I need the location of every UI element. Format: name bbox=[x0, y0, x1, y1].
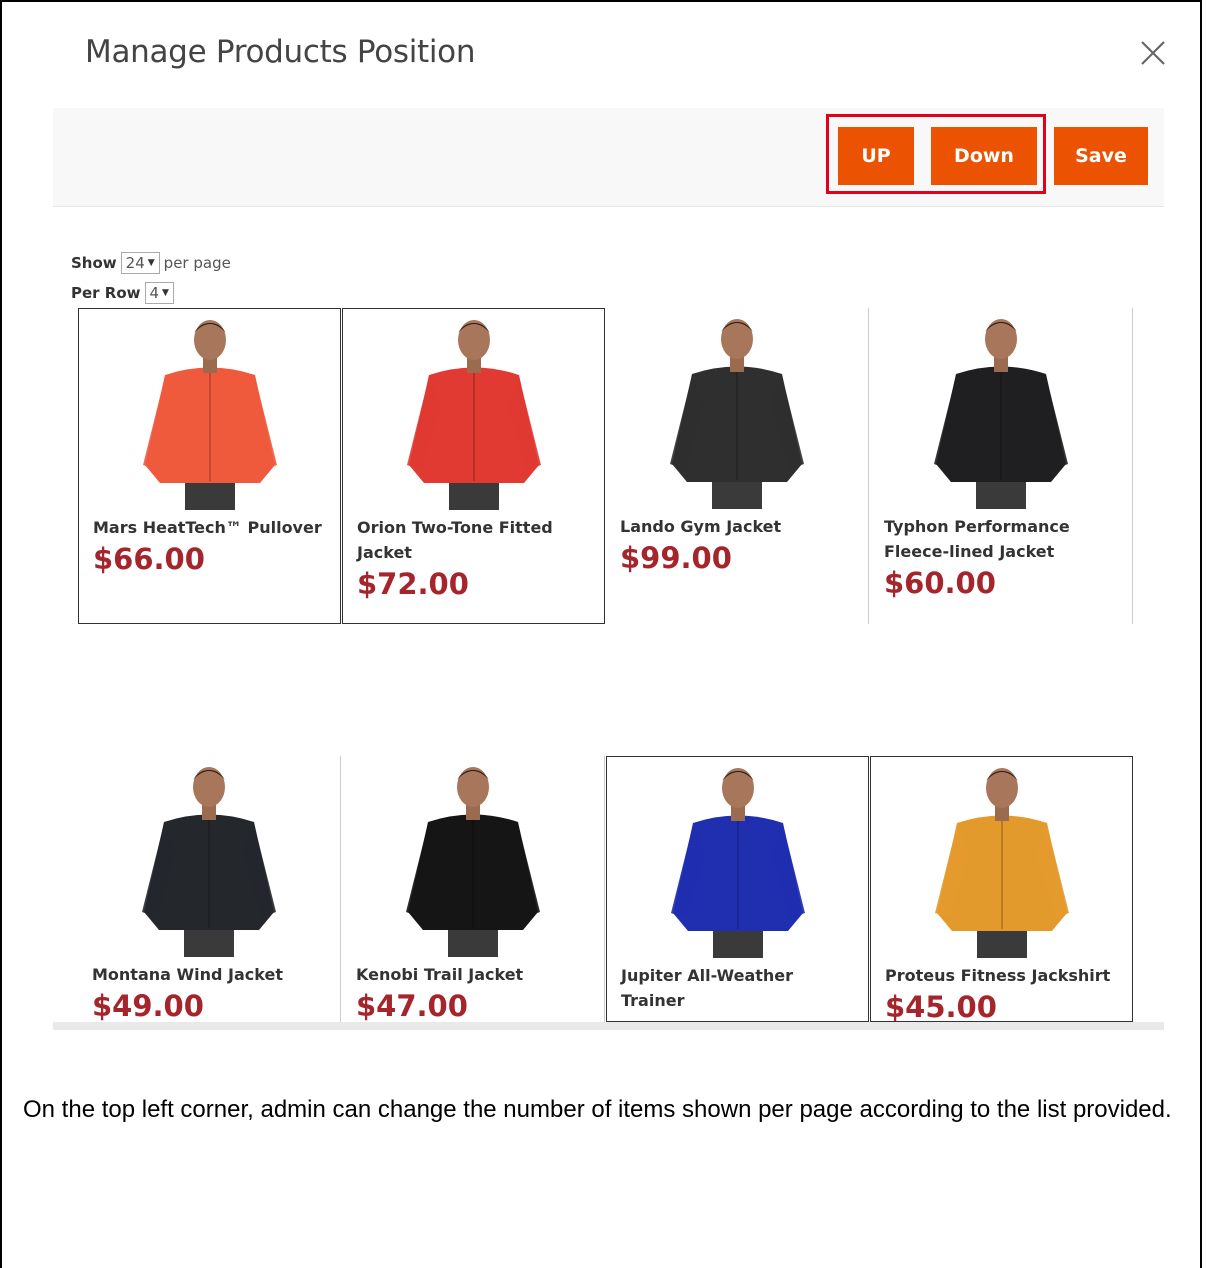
product-price: $45.00 bbox=[885, 990, 997, 1022]
product-name: Typhon Performance Fleece-lined Jacket bbox=[884, 517, 1070, 561]
per-row-control: Per Row 4 ▼ bbox=[71, 282, 174, 304]
product-card[interactable]: Typhon Performance Fleece-lined Jacket $6… bbox=[870, 308, 1133, 624]
product-card[interactable]: Mars HeatTech™ Pullover $66.00 bbox=[78, 308, 341, 624]
per-row-value: 4 bbox=[149, 284, 160, 302]
grid-bottom-scrollbar[interactable] bbox=[53, 1022, 1164, 1030]
product-card[interactable]: Jupiter All-Weather Trainer bbox=[606, 756, 869, 1022]
product-price: $72.00 bbox=[357, 567, 469, 601]
product-price: $99.00 bbox=[620, 541, 732, 575]
per-page-value: 24 bbox=[125, 254, 145, 272]
per-page-label: per page bbox=[163, 254, 231, 272]
product-card[interactable]: Lando Gym Jacket $99.00 bbox=[606, 308, 869, 624]
product-name: Proteus Fitness Jackshirt bbox=[885, 966, 1111, 985]
product-price: $49.00 bbox=[92, 989, 204, 1022]
move-down-button[interactable]: Down bbox=[931, 127, 1037, 185]
dropdown-arrow-icon: ▼ bbox=[147, 258, 155, 268]
product-card[interactable]: Proteus Fitness Jackshirt $45.00 bbox=[870, 756, 1133, 1022]
product-image bbox=[142, 320, 277, 510]
product-name: Montana Wind Jacket bbox=[92, 965, 283, 984]
product-card[interactable]: Orion Two-Tone Fitted Jacket $72.00 bbox=[342, 308, 605, 624]
product-price: $60.00 bbox=[884, 566, 996, 600]
product-image bbox=[934, 319, 1068, 509]
product-name: Lando Gym Jacket bbox=[620, 517, 782, 536]
move-up-button[interactable]: UP bbox=[838, 127, 914, 185]
product-card[interactable]: Kenobi Trail Jacket $47.00 bbox=[342, 756, 605, 1022]
per-page-select[interactable]: 24 ▼ bbox=[120, 252, 160, 274]
close-icon[interactable] bbox=[1138, 38, 1168, 68]
per-row-select[interactable]: 4 ▼ bbox=[144, 282, 174, 304]
dropdown-arrow-icon: ▼ bbox=[162, 288, 169, 298]
product-name: Kenobi Trail Jacket bbox=[356, 965, 524, 984]
save-button[interactable]: Save bbox=[1054, 127, 1148, 185]
product-card[interactable]: Montana Wind Jacket $49.00 bbox=[78, 756, 341, 1022]
modal-title: Manage Products Position bbox=[85, 34, 476, 70]
caption-text: On the top left corner, admin can change… bbox=[23, 1096, 1172, 1123]
per-row-label: Per Row bbox=[71, 284, 141, 302]
product-name: Orion Two-Tone Fitted Jacket bbox=[357, 518, 553, 562]
product-price: $47.00 bbox=[356, 989, 468, 1022]
product-image bbox=[670, 319, 804, 509]
product-image bbox=[406, 767, 540, 957]
product-price: $66.00 bbox=[93, 542, 205, 576]
show-label: Show bbox=[71, 254, 117, 272]
product-image bbox=[934, 768, 1069, 958]
product-image bbox=[670, 768, 805, 958]
show-per-page-control: Show 24 ▼ per page bbox=[71, 252, 231, 274]
product-name: Jupiter All-Weather Trainer bbox=[621, 966, 794, 1010]
product-image bbox=[142, 767, 276, 957]
product-image bbox=[406, 320, 541, 510]
product-name: Mars HeatTech™ Pullover bbox=[93, 518, 322, 537]
